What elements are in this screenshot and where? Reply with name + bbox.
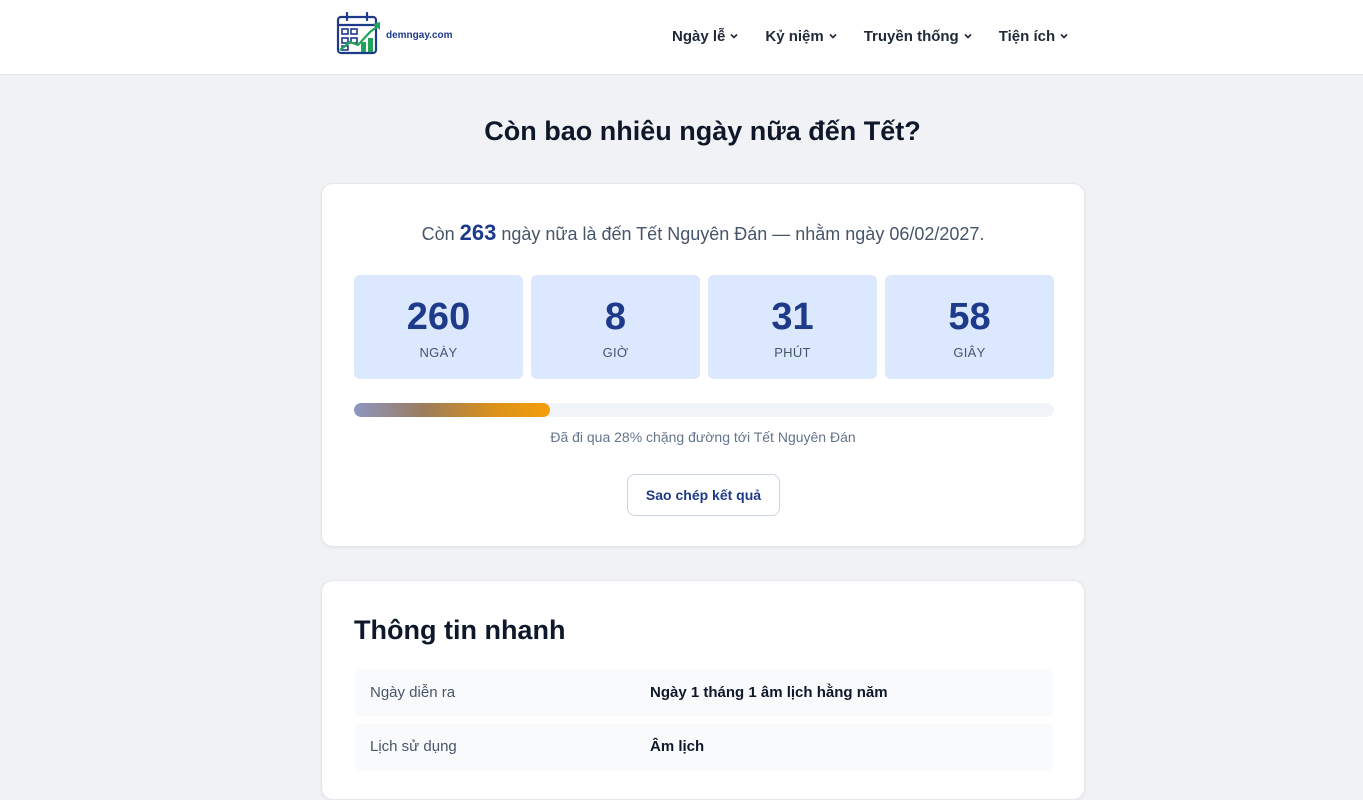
progress-bar — [354, 403, 1054, 417]
site-logo[interactable]: demngay.com — [336, 12, 453, 56]
summary-days: 263 — [459, 220, 497, 245]
minutes-label: PHÚT — [774, 345, 811, 360]
countdown-summary: Còn 263 ngày nữa là đến Tết Nguyên Đán —… — [322, 220, 1084, 246]
chevron-down-icon — [964, 33, 972, 39]
nav-anniversaries-label: Kỷ niệm — [765, 27, 824, 45]
hours-value: 8 — [604, 296, 627, 338]
logo-text: demngay.com — [386, 29, 453, 41]
countdown-card: Còn 263 ngày nữa là đến Tết Nguyên Đán —… — [321, 183, 1085, 547]
chevron-down-icon — [829, 33, 837, 39]
days-label: NGÀY — [419, 345, 458, 360]
info-row-label: Ngày diễn ra — [370, 684, 456, 701]
seconds-box: 58 GIÂY — [885, 275, 1054, 379]
chevron-down-icon — [730, 33, 738, 39]
nav-utilities[interactable]: Tiện ích — [999, 28, 1069, 45]
nav-holidays[interactable]: Ngày lễ — [672, 28, 739, 45]
copy-result-button[interactable]: Sao chép kết quả — [627, 474, 780, 516]
nav-utilities-label: Tiện ích — [998, 27, 1056, 45]
info-row: Lịch sử dụng Âm lịch — [354, 724, 1054, 770]
nav-holidays-label: Ngày lễ — [672, 27, 726, 45]
info-row-value: Ngày 1 tháng 1 âm lịch hằng năm — [650, 684, 888, 701]
top-navigation-bar: demngay.com Ngày lễ Kỷ niệm Truyền thống… — [0, 0, 1363, 75]
main-nav: Ngày lễ Kỷ niệm Truyền thống Tiện ích — [672, 24, 1069, 48]
days-box: 260 NGÀY — [354, 275, 523, 379]
days-value: 260 — [406, 296, 471, 338]
nav-traditions-label: Truyền thống — [863, 27, 959, 45]
nav-traditions[interactable]: Truyền thống — [864, 28, 973, 45]
nav-anniversaries[interactable]: Kỷ niệm — [765, 28, 837, 45]
page-title: Còn bao nhiêu ngày nữa đến Tết? — [484, 116, 921, 146]
progress-fill — [354, 403, 550, 417]
chevron-down-icon — [1060, 33, 1068, 39]
calendar-chart-logo-icon — [336, 12, 380, 55]
minutes-value: 31 — [771, 296, 814, 338]
info-row: Ngày diễn ra Ngày 1 tháng 1 âm lịch hằng… — [354, 670, 1054, 716]
seconds-label: GIÂY — [953, 345, 986, 360]
hours-label: GIỜ — [602, 345, 629, 360]
minutes-box: 31 PHÚT — [708, 275, 877, 379]
quick-info-card: Thông tin nhanh Ngày diễn ra Ngày 1 thán… — [321, 580, 1085, 800]
countdown-units: 260 NGÀY 8 GIỜ 31 PHÚT 58 GIÂY — [354, 275, 1054, 379]
quick-info-title: Thông tin nhanh — [354, 615, 566, 645]
summary-suffix: ngày nữa là đến Tết Nguyên Đán — nhằm ng… — [501, 224, 985, 244]
info-row-label: Lịch sử dụng — [370, 738, 457, 755]
seconds-value: 58 — [948, 296, 991, 338]
progress-caption: Đã đi qua 28% chặng đường tới Tết Nguyên… — [550, 429, 856, 445]
info-row-value: Âm lịch — [650, 738, 705, 755]
summary-prefix: Còn — [421, 224, 455, 244]
hours-box: 8 GIỜ — [531, 275, 700, 379]
